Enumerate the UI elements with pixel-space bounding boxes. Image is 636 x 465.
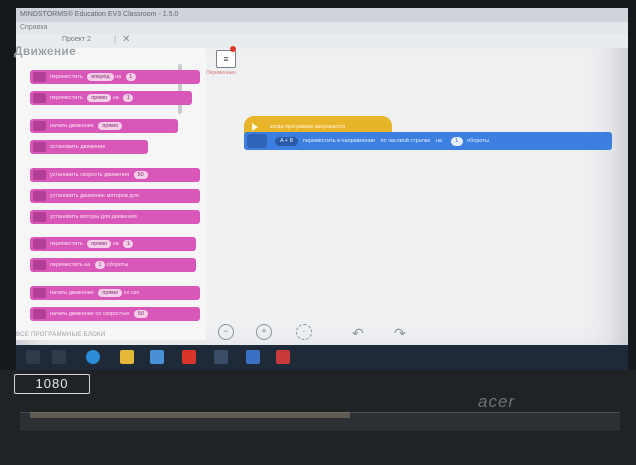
port-icon — [33, 288, 46, 298]
block-stop-moving[interactable]: остановить движение — [30, 140, 148, 154]
zoom-in-icon[interactable]: + — [256, 324, 272, 340]
motor-port-icon — [247, 134, 267, 148]
block-set-motors[interactable]: установить моторы для движения — [30, 210, 200, 224]
keyboard-reflection — [30, 412, 350, 418]
menu-help[interactable]: Справка — [20, 24, 47, 31]
redo-icon[interactable]: ↷ — [394, 325, 406, 342]
unit-dropdown[interactable]: обороты — [467, 138, 489, 144]
yandex-icon[interactable] — [182, 350, 196, 364]
edu-icon[interactable] — [246, 350, 260, 364]
tab-project[interactable]: Проект 2 — [62, 36, 91, 43]
ev3-icon[interactable] — [276, 350, 290, 364]
zoom-reset-icon[interactable]: · — [296, 324, 312, 340]
block-move-straight-2[interactable]: переместить прямо на 1 — [30, 237, 196, 251]
port-icon — [33, 121, 46, 131]
windows-taskbar — [16, 345, 628, 370]
block-move-straight[interactable]: переместить прямо на 1 — [30, 91, 192, 105]
block-set-motor-pair[interactable]: установить движение моторов для — [30, 189, 200, 203]
variable-icon[interactable]: ≡ — [216, 50, 236, 68]
all-blocks-label[interactable]: ВСЕ ПРОГРАММНЫЕ БЛОКИ — [16, 332, 105, 338]
zoom-out-icon[interactable]: − — [218, 324, 234, 340]
menu-bar: Справка — [16, 22, 628, 34]
task-view-icon[interactable] — [52, 350, 66, 364]
edge-icon[interactable] — [86, 350, 100, 364]
move-direction-block[interactable]: A + B переместить в направлении по часов… — [244, 132, 612, 150]
tab-separator: | — [114, 34, 117, 44]
port-icon — [33, 170, 46, 180]
block-set-speed[interactable]: установить скорость движения 50 — [30, 168, 200, 182]
port-icon — [33, 239, 46, 249]
port-icon — [33, 212, 46, 222]
window-titlebar: MINDSTORMS® Education EV3 Classroom - 1.… — [16, 8, 628, 22]
variable-label: Переменные — [206, 70, 237, 76]
block-start-moving-at-speed[interactable]: начать движение со скоростью 50 — [30, 307, 200, 321]
close-icon[interactable]: ✕ — [122, 34, 130, 45]
tab-bar: Проект 2 | ✕ — [16, 34, 628, 48]
block-start-moving-speed[interactable]: начать движение прямо со ско — [30, 286, 200, 300]
direction-dropdown[interactable]: по часовой стрелке — [381, 138, 431, 144]
palette-section-title: Движение — [14, 44, 77, 58]
mail-icon[interactable] — [150, 350, 164, 364]
port-icon — [33, 72, 46, 82]
port-icon — [33, 191, 46, 201]
brand-logo: acer — [478, 392, 516, 411]
port-icon — [33, 260, 46, 270]
app-icon[interactable] — [214, 350, 228, 364]
block-move-forward[interactable]: переместить вперёд на 1 — [30, 70, 200, 84]
window-title: MINDSTORMS® Education EV3 Classroom - 1.… — [20, 11, 179, 18]
port-icon — [33, 93, 46, 103]
undo-icon[interactable]: ↶ — [352, 325, 364, 342]
play-icon — [252, 123, 258, 131]
block-move-rotations[interactable]: переместить на 1 обороты — [30, 258, 196, 272]
notification-dot — [230, 46, 236, 52]
port-icon — [33, 309, 46, 319]
explorer-icon[interactable] — [120, 350, 134, 364]
port-selector[interactable]: A + B — [275, 136, 299, 146]
port-icon — [33, 142, 46, 152]
hd-sticker: 1080 — [14, 374, 90, 394]
rotations-input[interactable]: 1 — [450, 136, 463, 146]
search-icon[interactable] — [26, 350, 40, 364]
block-start-moving[interactable]: начать движение прямо — [30, 119, 178, 133]
